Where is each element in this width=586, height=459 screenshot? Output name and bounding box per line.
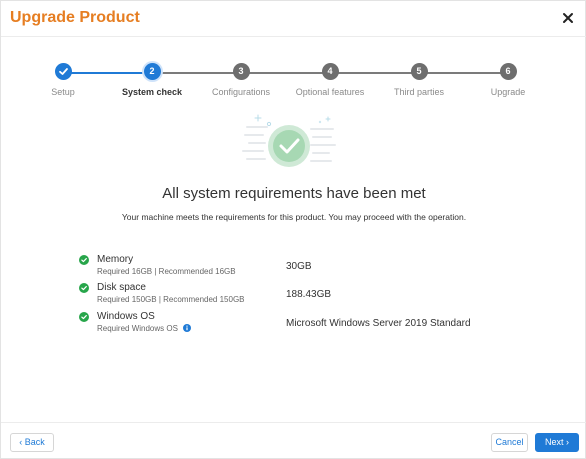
success-check-illustration <box>242 114 336 167</box>
check-circle-icon <box>79 283 89 293</box>
close-icon[interactable] <box>561 11 575 25</box>
step-number: 3 <box>232 63 250 80</box>
requirement-value: 30GB <box>286 261 312 272</box>
dialog-title: Upgrade Product <box>10 9 140 26</box>
step-number: 4 <box>321 63 339 80</box>
check-circle-icon <box>79 255 89 265</box>
step-number: 2 <box>143 63 161 80</box>
requirement-name: Disk space <box>97 282 146 293</box>
check-circle-icon <box>79 312 89 322</box>
requirement-memory: Memory Required 16GB | Recommended 16GB … <box>79 254 519 280</box>
requirement-value: Microsoft Windows Server 2019 Standard <box>286 318 471 329</box>
next-button[interactable]: Next › <box>535 433 579 452</box>
info-icon[interactable] <box>182 324 191 332</box>
cancel-button[interactable]: Cancel <box>491 433 528 452</box>
back-button-label: Back <box>24 437 45 447</box>
next-button-label: Next <box>544 437 564 447</box>
requirement-name: Windows OS <box>97 311 155 322</box>
upgrade-product-dialog: Upgrade Product Setup 2 System check 3 C… <box>0 0 586 459</box>
stepper: Setup 2 System check 3 Configurations 4 … <box>1 63 586 103</box>
step-label: Upgrade <box>490 87 526 97</box>
requirement-windows-os: Windows OS Required Windows OS Microsoft… <box>79 311 519 337</box>
requirement-detail-row: Required Windows OS <box>97 324 191 333</box>
requirement-name: Memory <box>97 254 134 265</box>
requirement-detail: Required 16GB | Recommended 16GB <box>97 267 236 276</box>
requirement-detail: Required Windows OS <box>97 324 178 333</box>
step-number: 5 <box>410 63 428 80</box>
chevron-left-icon: ‹ <box>19 437 23 447</box>
dialog-footer: ‹ Back Cancel Next › <box>1 422 586 459</box>
requirement-detail: Required 150GB | Recommended 150GB <box>97 295 245 304</box>
step-complete-check-icon <box>54 63 72 80</box>
step-number: 6 <box>499 63 517 80</box>
dialog-header: Upgrade Product <box>1 1 586 37</box>
requirement-disk-space: Disk space Required 150GB | Recommended … <box>79 282 519 308</box>
requirement-value: 188.43GB <box>286 289 332 300</box>
back-button[interactable]: ‹ Back <box>10 433 54 452</box>
chevron-right-icon: › <box>566 437 570 447</box>
step-upgrade: 6 Upgrade <box>448 63 568 97</box>
results-headline: All system requirements have been met <box>162 185 426 202</box>
results-description: Your machine meets the requirements for … <box>121 212 467 222</box>
